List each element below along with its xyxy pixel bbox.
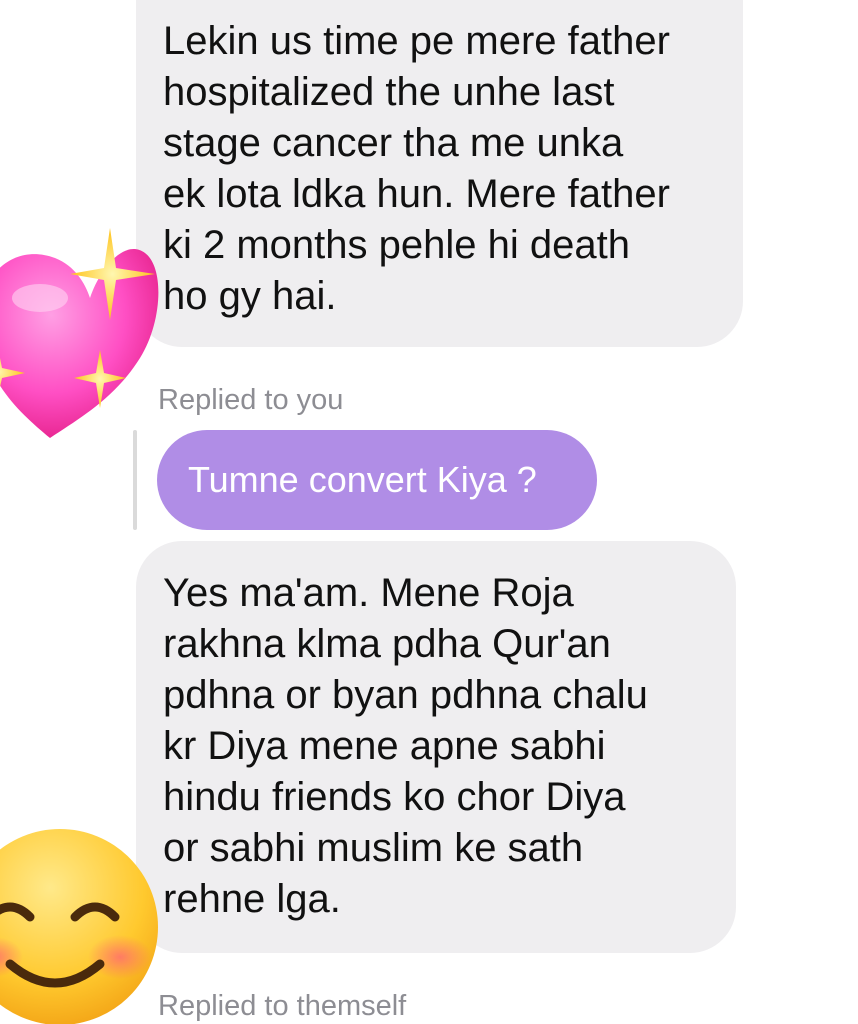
sparkling-heart-icon: [0, 228, 159, 438]
reply-context-label: Replied to themself: [158, 990, 407, 1022]
reply-context-label: Replied to you: [158, 384, 344, 416]
smiling-face-icon: [0, 829, 158, 1024]
message-bubble-incoming[interactable]: Lekin us time pe mere father hospitalize…: [136, 0, 743, 347]
reply-indicator-bar: [133, 430, 137, 530]
quoted-message-bubble[interactable]: Tumne convert Kiya ?: [157, 430, 597, 530]
message-bubble-incoming[interactable]: Yes ma'am. Mene Roja rakhna klma pdha Qu…: [136, 541, 736, 953]
